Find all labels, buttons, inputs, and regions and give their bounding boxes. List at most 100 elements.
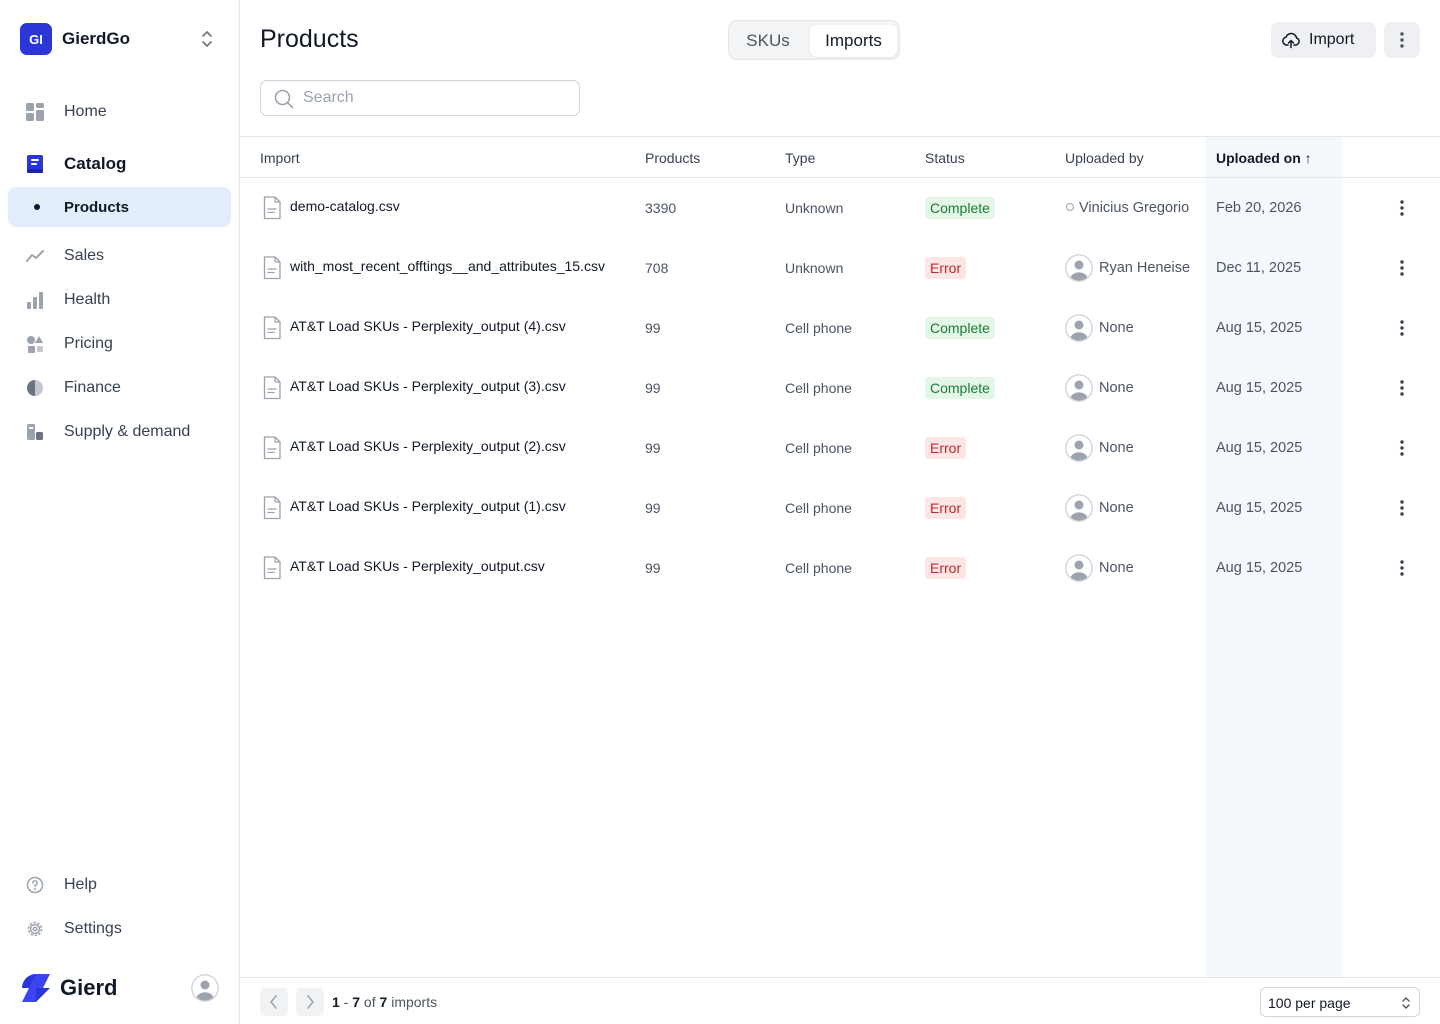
chevron-up-down-icon [1402, 997, 1410, 1009]
column-header-uploaded-by[interactable]: Uploaded by [1065, 150, 1144, 166]
sidebar-item-home[interactable]: Home [8, 92, 231, 132]
row-actions-icon[interactable] [1390, 376, 1414, 400]
import-type: Cell phone [785, 320, 852, 336]
sidebar-item-label: Home [64, 103, 107, 120]
import-type: Cell phone [785, 380, 852, 396]
row-actions-icon[interactable] [1390, 436, 1414, 460]
status-badge: Error [925, 497, 967, 519]
user-avatar[interactable] [191, 974, 219, 1002]
uploaded-by: None [1099, 560, 1134, 576]
import-file-name[interactable]: AT&T Load SKUs - Perplexity_output (3).c… [290, 378, 566, 394]
uploader-avatar [1065, 374, 1093, 402]
sidebar-item-finance[interactable]: Finance [8, 368, 231, 408]
import-button-label: Import [1309, 31, 1355, 48]
sidebar-item-label: Pricing [64, 335, 113, 352]
status-badge: Complete [925, 377, 995, 399]
import-file-name[interactable]: AT&T Load SKUs - Perplexity_output (4).c… [290, 318, 566, 334]
tab-skus[interactable]: SKUs [733, 25, 803, 57]
uploaded-by: None [1099, 380, 1134, 396]
gierd-logo-icon [22, 974, 50, 1002]
table-row[interactable]: AT&T Load SKUs - Perplexity_output (2).c… [240, 418, 1440, 478]
home-grid-icon [26, 103, 44, 121]
uploader-avatar [1065, 554, 1093, 582]
product-count: 99 [645, 440, 661, 456]
file-icon [263, 436, 281, 460]
table-row[interactable]: AT&T Load SKUs - Perplexity_output (3).c… [240, 358, 1440, 418]
workspace-badge: GI [20, 23, 52, 55]
next-page-button[interactable] [296, 988, 324, 1016]
uploaded-by: Vinicius Gregorio [1079, 200, 1190, 216]
file-icon [263, 196, 281, 220]
import-file-name[interactable]: AT&T Load SKUs - Perplexity_output (1).c… [290, 498, 566, 514]
product-count: 99 [645, 380, 661, 396]
table-row[interactable]: with_most_recent_offtings__and_attribute… [240, 238, 1440, 298]
import-type: Unknown [785, 260, 844, 276]
row-actions-icon[interactable] [1390, 196, 1414, 220]
previous-page-button[interactable] [260, 988, 288, 1016]
sidebar-item-label: Catalog [64, 154, 127, 173]
sidebar-item-label: Sales [64, 247, 105, 264]
row-actions-icon[interactable] [1390, 316, 1414, 340]
uploaded-on: Dec 11, 2025 [1216, 260, 1302, 276]
chevron-up-down-icon[interactable] [200, 29, 214, 49]
import-file-name[interactable]: AT&T Load SKUs - Perplexity_output (2).c… [290, 438, 566, 454]
uploaded-on: Feb 20, 2026 [1216, 200, 1302, 216]
search-input[interactable] [303, 87, 568, 109]
workspace-switcher[interactable]: GI GierdGo [20, 23, 220, 55]
column-header-label: Uploaded on [1216, 150, 1301, 166]
uploaded-on: Aug 15, 2025 [1216, 560, 1303, 576]
product-count: 99 [645, 560, 661, 576]
column-header-uploaded-on[interactable]: Uploaded on ↑ [1216, 150, 1312, 166]
column-header-products[interactable]: Products [645, 150, 700, 166]
sidebar-item-settings[interactable]: Settings [8, 909, 231, 949]
trend-line-icon [26, 250, 44, 262]
sidebar-item-pricing[interactable]: Pricing [8, 324, 231, 364]
chevron-right-icon [307, 995, 314, 1009]
uploader-avatar [1065, 494, 1093, 522]
status-badge: Error [925, 557, 967, 579]
cloud-upload-icon [1282, 32, 1300, 49]
uploaded-on: Aug 15, 2025 [1216, 380, 1303, 396]
table-row[interactable]: AT&T Load SKUs - Perplexity_output (1).c… [240, 478, 1440, 538]
tab-imports[interactable]: Imports [810, 25, 897, 57]
status-badge: Error [925, 257, 967, 279]
column-header-status[interactable]: Status [925, 150, 965, 166]
more-options-button[interactable] [1384, 22, 1420, 58]
file-icon [263, 556, 281, 580]
view-tabs: SKUs Imports [728, 20, 900, 60]
table-row[interactable]: AT&T Load SKUs - Perplexity_output.csv 99… [240, 538, 1440, 598]
table-row[interactable]: AT&T Load SKUs - Perplexity_output (4).c… [240, 298, 1440, 358]
sidebar-item-sales[interactable]: Sales [8, 236, 231, 276]
product-count: 3390 [645, 200, 677, 216]
import-file-name[interactable]: AT&T Load SKUs - Perplexity_output.csv [290, 558, 545, 574]
chevron-left-icon [270, 995, 277, 1009]
shapes-icon [27, 336, 43, 353]
status-badge: Complete [925, 197, 995, 219]
import-type: Cell phone [785, 440, 852, 456]
sidebar-item-catalog[interactable]: Catalog [8, 144, 231, 184]
row-actions-icon[interactable] [1390, 256, 1414, 280]
uploaded-by: None [1099, 320, 1134, 336]
row-actions-icon[interactable] [1390, 496, 1414, 520]
sidebar-item-supply-demand[interactable]: Supply & demand [8, 412, 231, 452]
pagination-summary: 1 - 7 of 7 imports [332, 994, 437, 1010]
product-count: 99 [645, 500, 661, 516]
help-circle-icon [26, 876, 44, 894]
column-header-type[interactable]: Type [785, 150, 815, 166]
sidebar-item-products[interactable]: Products [8, 187, 231, 227]
per-page-select[interactable]: 100 per page [1260, 987, 1420, 1017]
table-row[interactable]: demo-catalog.csv 3390 Unknown Complete Vinic… [240, 178, 1440, 238]
range-of: of [360, 994, 380, 1010]
sidebar-item-label: Finance [64, 379, 121, 396]
column-header-import[interactable]: Import [260, 150, 300, 166]
import-button[interactable]: Import [1271, 22, 1376, 58]
sidebar-item-help[interactable]: Help [8, 865, 231, 905]
vertical-dots-icon [1400, 32, 1404, 48]
row-actions-icon[interactable] [1390, 556, 1414, 580]
book-icon [27, 155, 43, 173]
product-count: 99 [645, 320, 661, 336]
import-file-name[interactable]: demo-catalog.csv [290, 198, 400, 214]
sidebar-item-health[interactable]: Health [8, 280, 231, 320]
status-badge: Complete [925, 317, 995, 339]
import-file-name[interactable]: with_most_recent_offtings__and_attribute… [290, 258, 605, 274]
